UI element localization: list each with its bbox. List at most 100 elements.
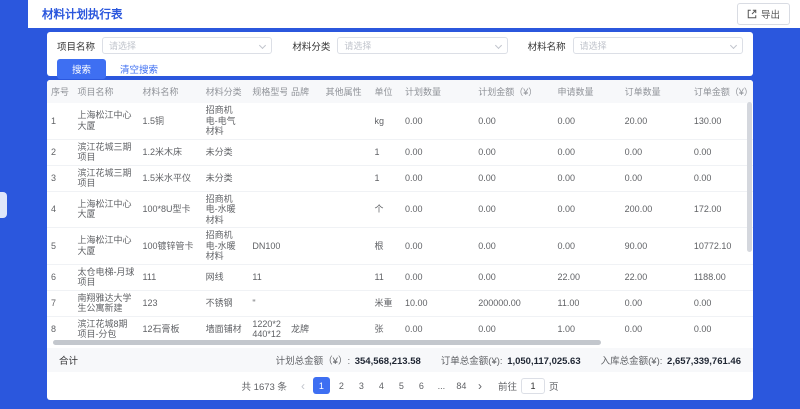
page-button[interactable]: 84 (453, 377, 470, 394)
inbound-total-value: 2,657,339,761.46 (667, 356, 741, 367)
table-cell: 11 (248, 264, 287, 290)
table-cell: 22.00 (621, 264, 690, 290)
export-button[interactable]: 导出 (737, 3, 790, 25)
clear-search-button[interactable]: 清空搜索 (120, 62, 158, 76)
page-button[interactable]: 3 (353, 377, 370, 394)
column-header: 计划数量 (401, 80, 474, 103)
plan-total-value: 354,568,213.58 (355, 356, 421, 367)
table-cell: 0.00 (474, 103, 553, 139)
order-total-value: 1,050,117,025.63 (507, 356, 580, 367)
page-button[interactable]: 5 (393, 377, 410, 394)
table-cell: 招商机电-水暖材料 (202, 191, 249, 228)
page-button[interactable]: 2 (333, 377, 350, 394)
next-page-button[interactable]: › (475, 380, 485, 392)
table-cell: 1.5米水平仪 (139, 165, 202, 191)
total-count: 共 1673 条 (242, 379, 287, 393)
material-name-select[interactable] (573, 37, 743, 54)
table-cell: 滨江花城8期项目-分包 (73, 316, 138, 338)
table-cell: 0.00 (474, 191, 553, 228)
table-cell: 滨江花城三期项目 (73, 139, 138, 165)
table-card: 序号项目名称材料名称材料分类规格型号品牌其他属性单位计划数量计划金额（¥）申请数… (47, 80, 753, 400)
table-row: 7南翔雅达大学生公寓新建123不锈钢"米重10.00200000.0011.00… (47, 290, 753, 316)
table-cell: 0.00 (621, 316, 690, 338)
table-cell (248, 165, 287, 191)
page-ellipsis[interactable]: ... (433, 377, 450, 394)
table-cell: 8 (47, 316, 73, 338)
table-cell (287, 165, 322, 191)
table-row: 6太仓电梯-月球项目111网线11110.000.0022.0022.00118… (47, 264, 753, 290)
table-cell (322, 103, 371, 139)
table-cell: 0.00 (401, 264, 474, 290)
table-cell (287, 264, 322, 290)
table-cell (287, 228, 322, 265)
table-cell: 墙面铺材 (202, 316, 249, 338)
sidebar-collapse-handle[interactable] (0, 192, 7, 218)
column-header: 订单数量 (621, 80, 690, 103)
inbound-total: 入库总金额(¥): 2,657,339,761.46 (601, 353, 741, 367)
page-button[interactable]: 1 (313, 377, 330, 394)
table-cell: 招商机电-电气材料 (202, 103, 249, 139)
table-cell: 0.00 (474, 264, 553, 290)
table-cell: 0.00 (621, 290, 690, 316)
page-title: 材料计划执行表 (42, 6, 123, 22)
table-cell: 0.00 (401, 165, 474, 191)
table-cell: 0.00 (474, 139, 553, 165)
pagination: 共 1673 条 ‹ 123456...84 › 前往 页 (47, 372, 753, 400)
search-button[interactable]: 搜索 (57, 59, 106, 79)
material-category-select-input[interactable] (344, 41, 490, 51)
horizontal-scrollbar-track (53, 339, 747, 346)
table-cell: 1188.00 (690, 264, 753, 290)
table-cell: 根 (370, 228, 401, 265)
order-total: 订单总金额(¥): 1,050,117,025.63 (441, 353, 581, 367)
table-cell: 0.00 (690, 139, 753, 165)
table-cell (287, 103, 322, 139)
table-cell: 招商机电-水暖材料 (202, 228, 249, 265)
table-cell: 0.00 (554, 165, 621, 191)
table-cell (322, 191, 371, 228)
table-cell: " (248, 290, 287, 316)
table-cell: 172.00 (690, 191, 753, 228)
page-button[interactable]: 6 (413, 377, 430, 394)
page-button[interactable]: 4 (373, 377, 390, 394)
table-cell: 1.5铜 (139, 103, 202, 139)
prev-page-button[interactable]: ‹ (298, 380, 308, 392)
table-cell: 0.00 (690, 290, 753, 316)
project-name-filter: 项目名称 (57, 37, 272, 54)
table-cell: 11.00 (554, 290, 621, 316)
table-cell (287, 290, 322, 316)
table-cell: 0.00 (474, 316, 553, 338)
table-cell: 12石膏板 (139, 316, 202, 338)
plan-total-label: 计划总金额（¥）: (276, 356, 350, 367)
column-header: 订单金额（¥） (690, 80, 753, 103)
table-cell (287, 139, 322, 165)
material-category-filter: 材料分类 (292, 37, 507, 54)
table-cell: 未分类 (202, 165, 249, 191)
goto-page-input[interactable] (521, 378, 545, 394)
table-cell: 0.00 (554, 139, 621, 165)
inbound-total-label: 入库总金额(¥): (601, 356, 663, 367)
material-category-label: 材料分类 (292, 39, 330, 53)
project-name-select[interactable] (102, 37, 272, 54)
material-category-select[interactable] (337, 37, 507, 54)
chevron-down-icon (495, 42, 502, 49)
table-cell: 滨江花城三期项目 (73, 165, 138, 191)
material-name-select-input[interactable] (580, 41, 726, 51)
table-row: 5上海松江中心大厦100镀锌管卡招商机电-水暖材料DN100根0.000.000… (47, 228, 753, 265)
table-cell: 200.00 (621, 191, 690, 228)
table-cell: 1.2米木床 (139, 139, 202, 165)
table-cell: 0.00 (474, 165, 553, 191)
column-header: 材料分类 (202, 80, 249, 103)
column-header: 品牌 (287, 80, 322, 103)
table-row: 2滨江花城三期项目1.2米木床未分类10.000.000.000.000.00 (47, 139, 753, 165)
table-cell: 123 (139, 290, 202, 316)
table-header-row: 序号项目名称材料名称材料分类规格型号品牌其他属性单位计划数量计划金额（¥）申请数… (47, 80, 753, 103)
table-cell (322, 165, 371, 191)
horizontal-scrollbar[interactable] (53, 340, 601, 345)
table-cell: 0.00 (401, 191, 474, 228)
vertical-scrollbar[interactable] (747, 102, 752, 252)
table-cell: 20.00 (621, 103, 690, 139)
table-cell: 111 (139, 264, 202, 290)
column-header: 其他属性 (322, 80, 371, 103)
project-name-select-input[interactable] (109, 41, 255, 51)
column-header: 序号 (47, 80, 73, 103)
